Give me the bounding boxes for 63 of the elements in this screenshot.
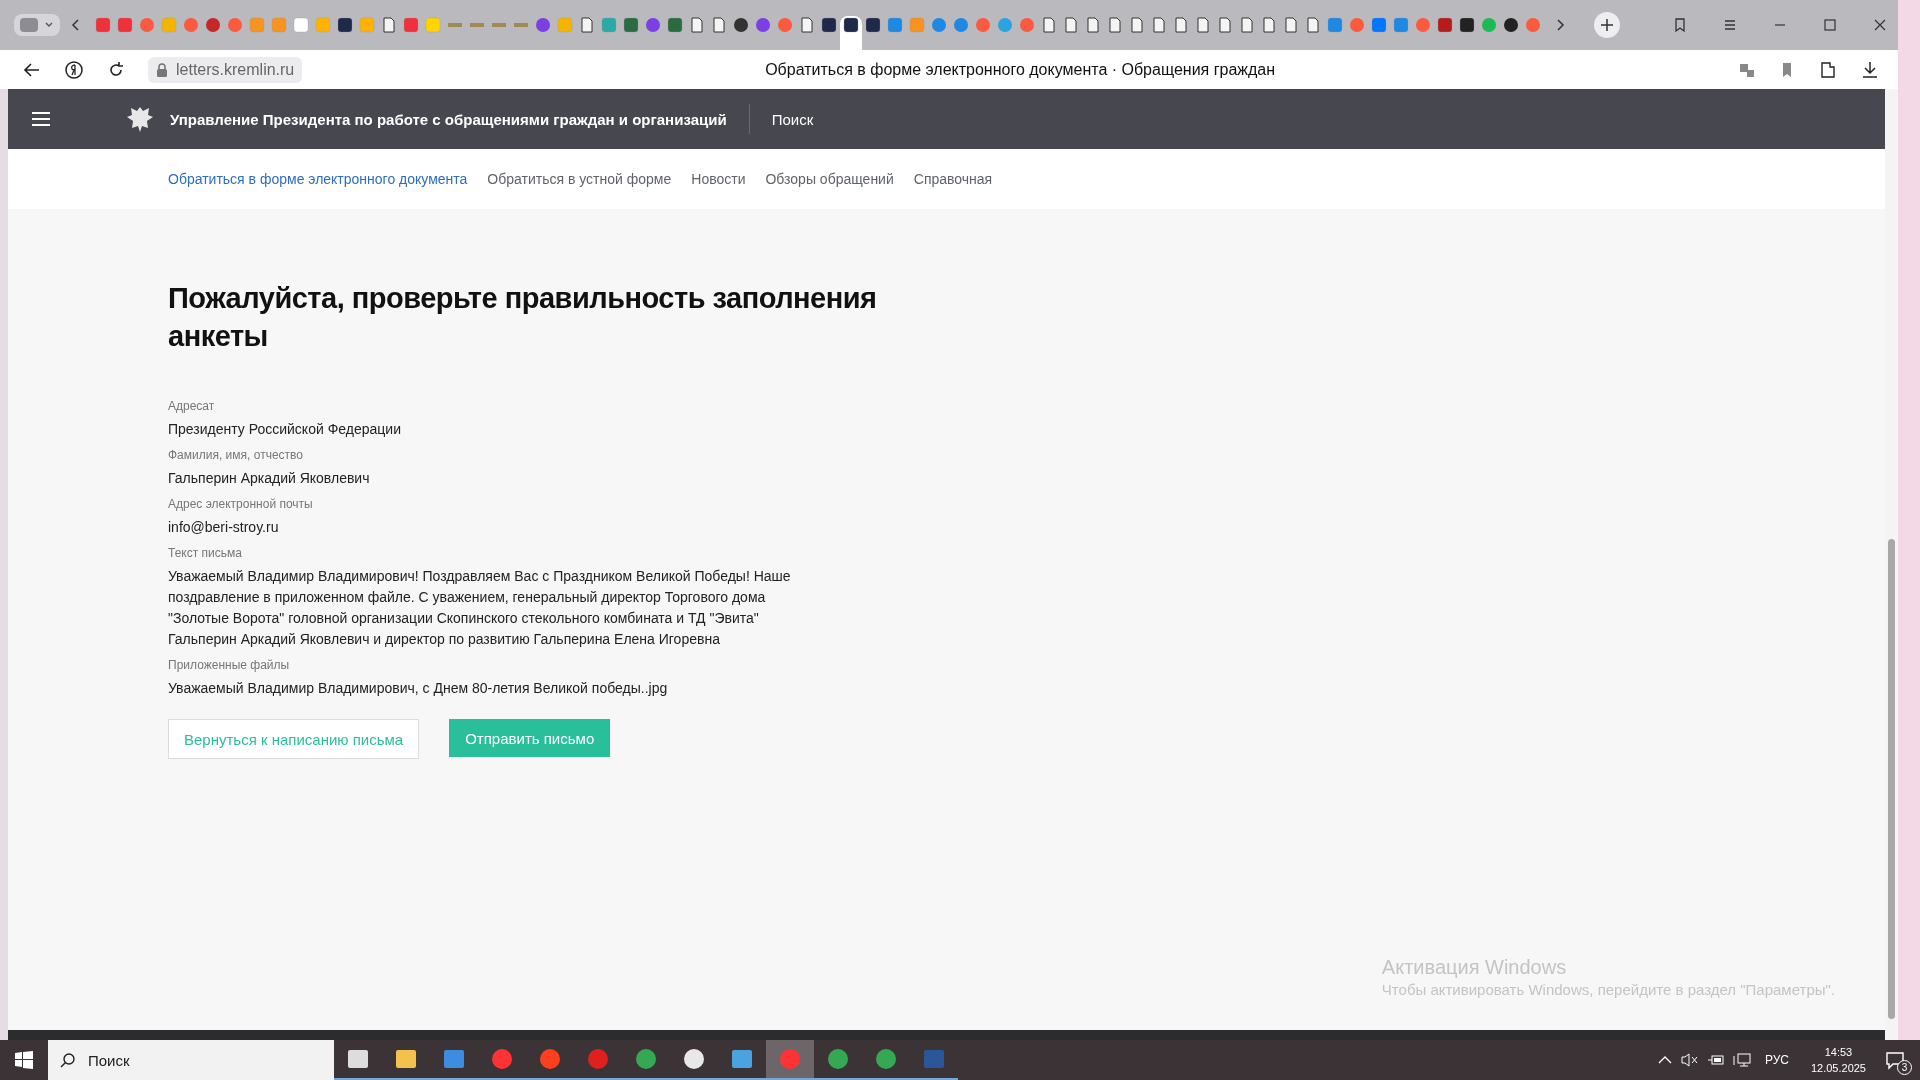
menu-icon[interactable] [32,111,50,127]
network-icon[interactable] [1732,1052,1751,1068]
circle-icon [139,17,155,33]
square-icon [601,17,617,33]
field-value: Президенту Российской Федерации [168,420,402,439]
menu-icon[interactable] [1722,17,1738,33]
nav-link[interactable]: Обратиться в устной форме [487,171,672,187]
circle-icon [1525,17,1541,33]
site-title[interactable]: Управление Президента по работе с обращениями граждан и организаций [170,110,727,128]
maximize-icon[interactable] [1822,17,1838,33]
circle-icon [1349,17,1365,33]
nav-link[interactable]: Обратиться в форме электронного документа [168,171,468,187]
new-tab-button[interactable] [1594,12,1620,38]
tab-group-button[interactable] [14,14,60,36]
notification-count: 3 [1897,1060,1912,1075]
circle-icon [1481,17,1497,33]
nav-link[interactable]: Новости [691,171,746,187]
scrollbar[interactable] [1885,89,1898,1040]
clock[interactable]: 14:53 12.05.2025 [1810,1044,1866,1076]
circle-icon [645,17,661,33]
page-heading: Пожалуйста, проверьте правильность заполнения анкеты [168,281,878,354]
close-icon[interactable] [1872,17,1888,33]
field-label: Фамилия, имя, отчество [168,448,304,462]
field-label: Приложенные файлы [168,658,291,672]
square-icon [1371,17,1387,33]
collections-icon[interactable] [1672,17,1688,33]
circle-icon [975,17,991,33]
nav-link[interactable]: Справочная [913,171,993,187]
plus-icon [1600,18,1614,32]
speaker-muted-icon[interactable] [1680,1052,1699,1068]
field-label: Текст письма [168,546,243,560]
field-value: Уважаемый Владимир Владимирович, с Днем 80-летия Великой победы..jpg [168,679,669,698]
circle-icon [538,1047,562,1071]
search-link[interactable]: Поиск [771,110,814,128]
circle-icon [227,17,243,33]
field-value: Гальперин Аркадий Яковлевич [168,469,371,488]
url-field[interactable]: letters.kremlin.ru [148,56,303,83]
search-field[interactable]: Поиск [48,1040,334,1080]
windows-start-icon[interactable] [15,1051,33,1069]
nav-link[interactable]: Обзоры обращений [765,171,894,187]
chevron-left-icon[interactable] [70,18,82,32]
circle-icon [535,17,551,33]
square-icon [1437,17,1453,33]
browser-tab[interactable] [840,16,862,50]
language-indicator[interactable]: РУС [1764,1053,1789,1067]
page-title: Обратиться в форме электронного документа · Обращения граждан [764,60,1277,79]
circle-icon [183,17,199,33]
extensions-icon[interactable] [1818,59,1838,80]
field-value: Уважаемый Владимир Владимирович! Поздравляем Вас с Праздником Великой Победы! Наше поздравление в приложенном файле. С уважением, генеральный директор Торгового дома "Золотые Ворота" головной организации Скопинского стекольного комбината и ТД "Эвита" Гальперин Аркадий Яковлевич и директор по развитию Гальперина Елена Игоревна [168,567,792,649]
download-icon[interactable] [1860,59,1880,80]
field-value: info@beri-stroy.ru [168,518,280,537]
circle-icon [755,17,771,33]
field-label: Адрес электронной почты [168,497,314,511]
circle-icon [777,17,793,33]
lock-icon [156,62,168,77]
circle-icon[interactable] [64,59,84,80]
field-label: Адресат [168,399,216,413]
battery-icon[interactable] [1706,1052,1725,1068]
square-icon [425,17,441,33]
chevron-right-icon[interactable] [1554,18,1566,32]
notifications-button[interactable]: 3 [1878,1043,1912,1077]
circle-icon [1019,17,1035,33]
circle-icon [1415,17,1431,33]
